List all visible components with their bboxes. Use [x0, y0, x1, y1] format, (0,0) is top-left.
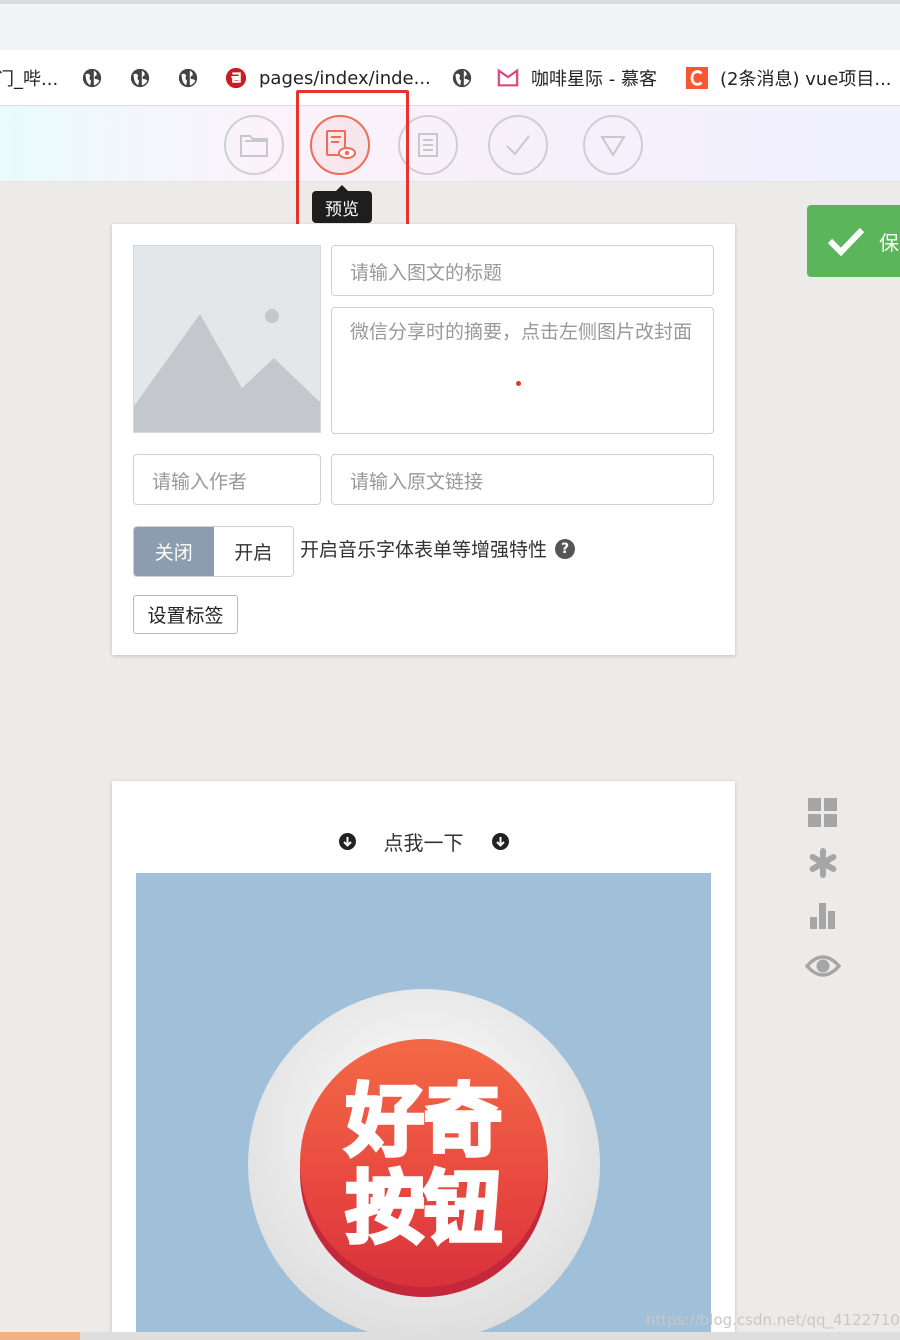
- cover-image-picker[interactable]: [133, 245, 321, 433]
- grid-icon: [808, 798, 837, 827]
- enhance-label-row: 开启音乐字体表单等增强特性 ?: [300, 535, 576, 562]
- bottom-scroll-bar[interactable]: [0, 1332, 900, 1340]
- author-placeholder: 请输入作者: [152, 471, 248, 493]
- save-button-label: 保: [879, 230, 899, 255]
- asterisk-icon: [809, 848, 837, 878]
- gitee-icon: [225, 67, 247, 89]
- check-icon: [506, 135, 530, 156]
- enhance-toggle: 关闭 开启: [133, 526, 294, 577]
- help-icon[interactable]: ?: [555, 538, 576, 559]
- article-content-card: 点我一下 好奇 按钮: [112, 781, 735, 1340]
- summary-textarea[interactable]: 微信分享时的摘要，点击左侧图片改封面: [331, 307, 714, 434]
- image-placeholder-icon: [134, 309, 320, 432]
- link-placeholder: 请输入原文链接: [350, 471, 484, 493]
- summary-placeholder: 微信分享时的摘要，点击左侧图片改封面: [350, 321, 693, 343]
- enhance-label: 开启音乐字体表单等增强特性: [300, 539, 548, 561]
- bookmark-label: pages/index/inde...: [259, 67, 431, 89]
- cursor-dot: [516, 381, 521, 386]
- view-button[interactable]: [803, 946, 843, 986]
- globe-icon: [178, 68, 198, 88]
- down-arrow-icon: [491, 832, 509, 850]
- globe-icon: [452, 68, 472, 88]
- bookmark-item[interactable]: 咖啡星际 - 慕客: [497, 64, 657, 92]
- grid-button[interactable]: [803, 793, 843, 833]
- globe-icon: [82, 68, 102, 88]
- toggle-on-option[interactable]: 开启: [213, 527, 293, 576]
- bookmark-item[interactable]: [129, 64, 151, 92]
- folder-icon: [240, 135, 268, 157]
- checkmark-icon: [827, 227, 865, 256]
- title-placeholder: 请输入图文的标题: [350, 262, 503, 284]
- author-input[interactable]: 请输入作者: [133, 454, 321, 505]
- bookmark-label: 门_哔...: [0, 69, 59, 90]
- bookmark-item[interactable]: (2条消息) vue项目...: [686, 64, 892, 92]
- preview-tooltip: 预览: [312, 185, 372, 223]
- bookmark-item[interactable]: [451, 64, 473, 92]
- bar-chart-icon: [810, 903, 835, 929]
- bookmark-item[interactable]: [81, 64, 103, 92]
- folder-tool-button[interactable]: [224, 115, 284, 175]
- bookmark-label: (2条消息) vue项目...: [720, 69, 892, 90]
- bookmark-item[interactable]: 门_哔...: [0, 64, 58, 92]
- globe-icon: [130, 68, 150, 88]
- button-text-line2: 按钮: [346, 1164, 502, 1254]
- down-arrow-icon: [338, 832, 356, 850]
- tooltip-text: 预览: [325, 199, 359, 220]
- source-link-input[interactable]: 请输入原文链接: [331, 454, 714, 505]
- bookmark-label: 咖啡星际 - 慕客: [531, 69, 657, 90]
- csdn-icon: [686, 67, 708, 89]
- dropdown-tool-button[interactable]: [583, 115, 643, 175]
- watermark: https://blog.csdn.net/qq_41227106: [646, 1311, 900, 1329]
- check-tool-button[interactable]: [488, 115, 548, 175]
- bookmark-item[interactable]: [177, 64, 199, 92]
- browser-tab-strip: [0, 0, 900, 50]
- click-me-row[interactable]: 点我一下: [112, 825, 735, 857]
- eye-icon: [805, 955, 841, 977]
- set-tags-button[interactable]: 设置标签: [133, 595, 238, 634]
- save-button[interactable]: 保: [807, 205, 900, 277]
- mooc-icon: [497, 68, 519, 87]
- editor-toolbar: [0, 106, 900, 182]
- article-info-card: 请输入图文的标题 微信分享时的摘要，点击左侧图片改封面 请输入作者 请输入原文链…: [112, 224, 735, 655]
- toggle-off-option[interactable]: 关闭: [134, 527, 214, 576]
- title-input[interactable]: 请输入图文的标题: [331, 245, 714, 296]
- stats-button[interactable]: [803, 895, 843, 935]
- bottom-bar-thumb[interactable]: [0, 1332, 80, 1340]
- button-text-line1: 好奇: [345, 1077, 502, 1167]
- triangle-down-icon: [600, 136, 626, 157]
- document-icon: [418, 133, 438, 157]
- bookmark-item[interactable]: pages/index/inde...: [225, 64, 431, 92]
- click-me-text: 点我一下: [383, 830, 464, 855]
- curious-button-graphic: 好奇 按钮: [248, 989, 600, 1340]
- curious-button-image[interactable]: 好奇 按钮: [136, 873, 711, 1340]
- asterisk-button[interactable]: [803, 843, 843, 883]
- bookmarks-bar: 门_哔... pages/index/inde... 咖啡星际 - 慕客 (2条…: [0, 50, 900, 106]
